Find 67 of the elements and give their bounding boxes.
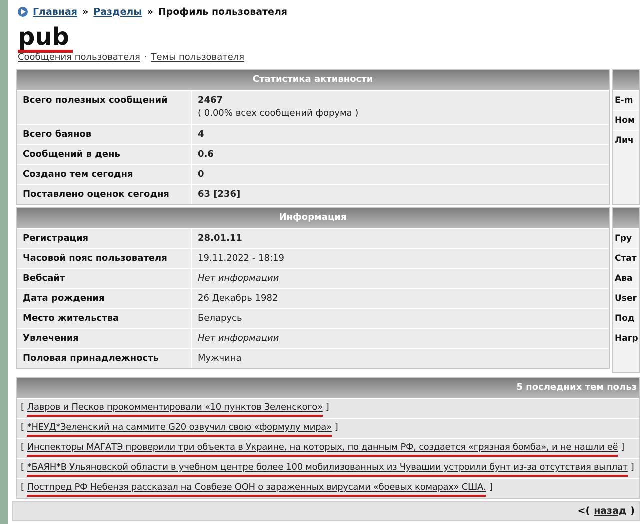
row-value: 0.6 bbox=[197, 149, 215, 162]
row-value: Нет информации bbox=[197, 273, 280, 286]
row-label: Ном bbox=[613, 110, 639, 130]
row-value: Беларусь bbox=[197, 313, 244, 326]
row-value: 2467 bbox=[197, 95, 224, 108]
bracket: [ bbox=[21, 402, 24, 414]
row-label: Всего полезных сообщений bbox=[17, 91, 192, 124]
row-label: Регистрация bbox=[17, 229, 192, 248]
bracket: [ bbox=[21, 462, 24, 474]
link-separator: · bbox=[144, 53, 148, 63]
bracket: ] bbox=[630, 462, 634, 474]
row-label: Лич bbox=[613, 130, 639, 150]
table-header: Статистика активности bbox=[17, 70, 609, 90]
username-title: pub bbox=[18, 24, 74, 53]
row-label: Сообщений в день bbox=[17, 145, 192, 164]
row-label: Гру bbox=[613, 228, 639, 248]
row-value: 26 Декабрь 1982 bbox=[197, 293, 280, 306]
row-label: Половая принадлежность bbox=[17, 349, 192, 368]
row-value: Нет информации bbox=[197, 333, 280, 346]
row-label: Нагр bbox=[613, 328, 639, 348]
row-label: User bbox=[613, 288, 639, 308]
row-label: Увлечения bbox=[17, 329, 192, 348]
row-label: Создано тем сегодня bbox=[17, 165, 192, 184]
table-header: 5 последних тем польз bbox=[17, 378, 639, 398]
bracket: ] bbox=[334, 422, 338, 434]
profile-link[interactable]: Темы пользователя bbox=[151, 53, 245, 63]
topic-link[interactable]: *НЕУД*Зеленский на саммите G20 озвучил свою «формулу мира» bbox=[27, 422, 332, 437]
breadcrumb-separator: » bbox=[82, 6, 89, 18]
panel-header bbox=[613, 208, 639, 228]
row-value: 4 bbox=[197, 129, 206, 142]
topic-link[interactable]: Лавров и Песков прокомментировали «10 пунктов Зеленского» bbox=[27, 402, 323, 417]
row-label: Вебсайт bbox=[17, 269, 192, 288]
breadcrumb-separator: » bbox=[147, 6, 154, 18]
row-label: Стат bbox=[613, 248, 639, 268]
table-header: Информация bbox=[17, 208, 609, 228]
row-label: Часовой пояс пользователя bbox=[17, 249, 192, 268]
row-label: Дата рождения bbox=[17, 289, 192, 308]
row-value: 63 [236] bbox=[197, 189, 242, 202]
row-label: Место жительства bbox=[17, 309, 192, 328]
row-label: E-m bbox=[613, 90, 639, 110]
topic-link[interactable]: Постпред РФ Небензя рассказал на Совбезе ООН о зараженных вирусами «боевых комарах» США. bbox=[27, 482, 486, 497]
bracket: ] bbox=[326, 402, 330, 414]
panel-header bbox=[613, 70, 639, 90]
bracket: [ bbox=[21, 442, 24, 454]
row-value: Мужчина bbox=[197, 353, 243, 366]
breadcrumb-link[interactable]: Главная bbox=[33, 6, 78, 18]
breadcrumb-link[interactable]: Разделы bbox=[94, 6, 142, 18]
row-label: Поставлено оценок сегодня bbox=[17, 185, 192, 204]
row-label: Ава bbox=[613, 268, 639, 288]
back-link[interactable]: назад bbox=[594, 506, 627, 516]
bracket: ] bbox=[489, 482, 493, 494]
paren-text: ) bbox=[630, 506, 635, 516]
topic-link[interactable]: Инспекторы МАГАТЭ проверили три объекта в Украине, на которых, по данным РФ, создается «грязная бомба», и не нашли её bbox=[27, 442, 618, 457]
arrow-icon bbox=[18, 7, 28, 17]
breadcrumb-current: Профиль пользователя bbox=[158, 6, 288, 18]
row-value: 0 bbox=[197, 169, 206, 182]
row-value: 19.11.2022 - 18:19 bbox=[197, 253, 286, 266]
row-value: 28.01.11 bbox=[197, 233, 244, 246]
bracket: [ bbox=[21, 422, 24, 434]
paren-text: <( bbox=[578, 506, 590, 516]
row-label: Всего баянов bbox=[17, 125, 192, 144]
bracket: ] bbox=[621, 442, 625, 454]
topic-link[interactable]: *БАЯН*В Ульяновской области в учебном центре более 100 мобилизованных из Чувашии устроили бунт из-за отсутствия выплат bbox=[27, 462, 628, 477]
row-label: Под bbox=[613, 308, 639, 328]
bracket: [ bbox=[21, 482, 24, 494]
row-note: ( 0.00% всех сообщений форума ) bbox=[197, 108, 360, 121]
profile-link[interactable]: Сообщения пользователя bbox=[18, 53, 140, 63]
